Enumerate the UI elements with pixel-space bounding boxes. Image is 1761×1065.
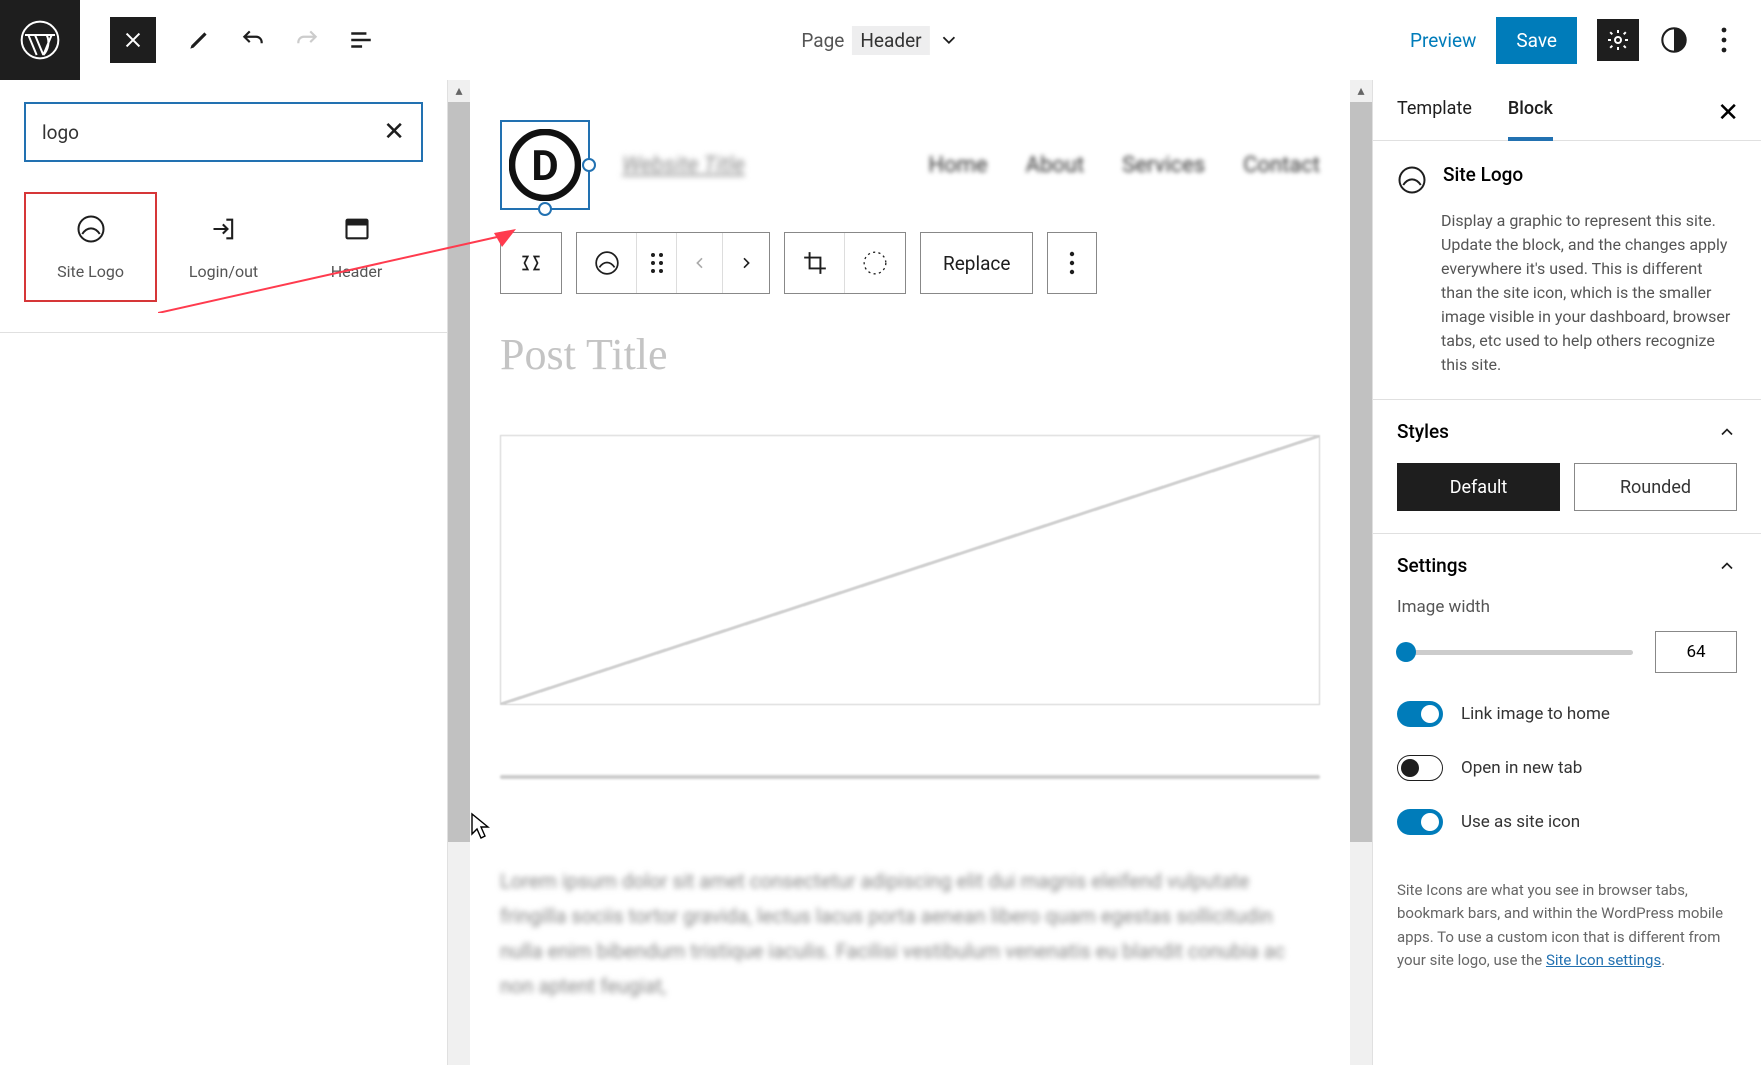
nav-menu[interactable]: Home About Services Contact [928,153,1320,178]
close-inserter-button[interactable] [110,17,156,63]
block-title: Site Logo [1443,163,1523,186]
block-toolbar: Replace [500,232,1320,294]
document-title[interactable]: Page Header [801,26,959,55]
divider [0,332,447,333]
nav-item[interactable]: Contact [1243,153,1320,178]
site-logo-block-selected[interactable]: D [500,120,590,210]
more-options-button[interactable] [1048,233,1096,293]
toggle-open-new-tab[interactable] [1397,755,1443,781]
slider-thumb[interactable] [1396,642,1416,662]
styles-section: Styles Default Rounded [1373,399,1761,533]
header-block-icon [342,214,372,244]
settings-button[interactable] [1597,19,1639,61]
undo-icon[interactable] [240,27,266,53]
login-out-icon [209,214,239,244]
image-placeholder-block[interactable] [500,435,1320,705]
block-type-button[interactable] [577,233,637,293]
image-width-label: Image width [1397,597,1737,617]
settings-section: Settings Image width 64 Link image to ho… [1373,533,1761,972]
site-logo-icon [1397,165,1427,195]
image-width-value[interactable]: 64 [1655,631,1737,673]
section-title: Styles [1397,420,1449,443]
drag-handle-icon[interactable] [637,233,677,293]
scroll-up-icon[interactable]: ▴ [448,80,470,102]
editor-canvas: ▴ ▴ D Website Title Home About Services … [448,80,1373,1065]
chevron-up-icon [1717,422,1737,442]
block-search-box[interactable]: ✕ [24,102,423,162]
section-title: Settings [1397,554,1467,577]
scrollbar-thumb[interactable] [1350,102,1372,842]
search-input[interactable] [42,121,383,144]
sidebar-tabs: Template Block ✕ [1373,98,1761,141]
site-logo-icon [76,214,106,244]
logo-image: D [509,129,581,201]
close-sidebar-icon[interactable]: ✕ [1717,98,1739,128]
toggle-label: Use as site icon [1461,812,1580,832]
style-default-button[interactable]: Default [1397,463,1560,511]
styles-section-toggle[interactable]: Styles [1373,400,1761,463]
settings-sidebar: Template Block ✕ Site Logo Display a gra… [1373,80,1761,1065]
block-item-header[interactable]: Header [290,192,423,302]
block-item-site-logo[interactable]: Site Logo [24,192,157,302]
resize-handle-right[interactable] [582,158,596,172]
resize-handle-bottom[interactable] [538,202,552,216]
header-row: D Website Title Home About Services Cont… [500,120,1320,210]
crop-button[interactable] [785,233,845,293]
tab-template[interactable]: Template [1397,98,1472,140]
replace-button[interactable]: Replace [921,233,1032,293]
move-right-button[interactable] [723,233,769,293]
tab-block[interactable]: Block [1508,98,1553,141]
save-button[interactable]: Save [1496,17,1577,64]
nav-item[interactable]: About [1026,153,1085,178]
image-width-slider[interactable] [1397,650,1633,655]
svg-text:D: D [531,142,558,191]
block-inserter-panel: ✕ Site Logo Login/out Header [0,80,448,1065]
canvas-scrollbar-left[interactable]: ▴ [448,80,470,1065]
site-icon-settings-link[interactable]: Site Icon settings [1546,951,1661,969]
block-item-login-out[interactable]: Login/out [157,192,290,302]
toggle-use-site-icon[interactable] [1397,809,1443,835]
nav-item[interactable]: Services [1122,153,1205,178]
wordpress-logo[interactable] [0,0,80,80]
redo-icon [294,27,320,53]
scroll-up-icon[interactable]: ▴ [1350,80,1372,102]
duotone-button[interactable] [845,233,905,293]
preview-link[interactable]: Preview [1410,29,1476,52]
toggle-label: Open in new tab [1461,758,1582,778]
select-parent-button[interactable] [501,233,561,293]
clear-search-icon[interactable]: ✕ [383,117,405,147]
doc-part-label: Header [852,26,929,55]
block-label: Header [331,262,383,281]
move-left-button[interactable] [677,233,723,293]
more-menu-icon[interactable] [1709,25,1739,55]
post-title-block[interactable]: Post Title [500,329,1320,380]
site-title-block[interactable]: Website Title [622,153,745,178]
separator-block[interactable] [500,775,1320,779]
block-label: Site Logo [57,262,124,281]
block-card: Site Logo [1373,141,1761,205]
toggle-link-home[interactable] [1397,701,1443,727]
style-rounded-button[interactable]: Rounded [1574,463,1737,511]
paragraph-block[interactable]: Lorem ipsum dolor sit amet consectetur a… [500,864,1320,1004]
chevron-down-icon [938,29,960,51]
toggle-label: Link image to home [1461,704,1610,724]
settings-section-toggle[interactable]: Settings [1373,534,1761,597]
scrollbar-thumb[interactable] [448,102,470,842]
block-label: Login/out [189,262,258,281]
styles-panel-icon[interactable] [1659,25,1689,55]
list-view-icon[interactable] [348,27,374,53]
site-icon-help-text: Site Icons are what you see in browser t… [1373,879,1761,972]
edit-icon[interactable] [186,27,212,53]
topbar: Page Header Preview Save [0,0,1761,80]
canvas-scrollbar-right[interactable]: ▴ [1350,80,1372,1065]
nav-item[interactable]: Home [928,153,987,178]
block-description: Display a graphic to represent this site… [1373,205,1761,399]
doc-type-label: Page [801,29,844,52]
chevron-up-icon [1717,556,1737,576]
